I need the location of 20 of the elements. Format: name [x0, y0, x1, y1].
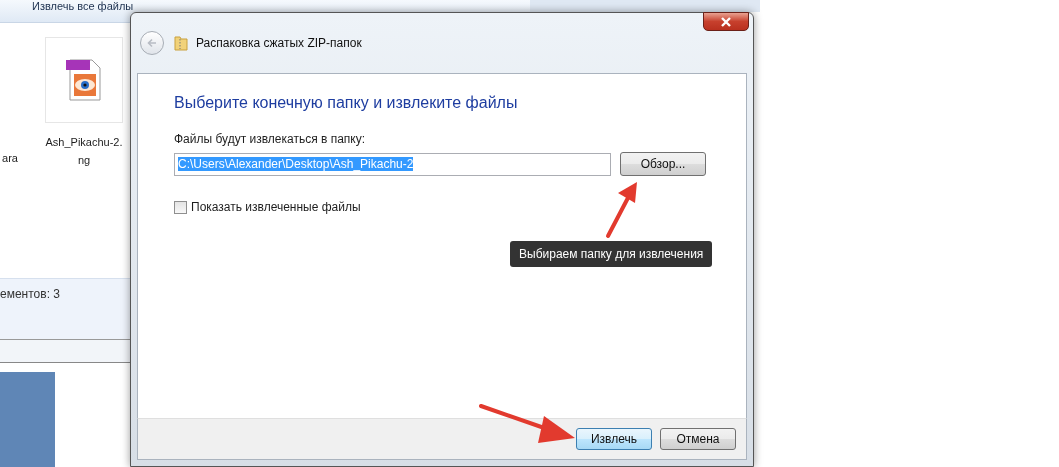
extract-all-button[interactable]: Извлечь все файлы: [28, 0, 138, 12]
checkbox-label: Показать извлеченные файлы: [191, 200, 361, 214]
folder-label: Файлы будут извлекаться в папку:: [174, 132, 367, 146]
zip-folder-icon: [174, 35, 188, 51]
item-count: ементов: 3: [0, 287, 60, 301]
dialog-heading: Выберите конечную папку и извлеките файлы: [174, 94, 519, 112]
browse-button[interactable]: Обзор...: [620, 152, 706, 176]
window-title: Распаковка сжатых ZIP-папок: [196, 36, 362, 50]
extract-button[interactable]: Извлечь: [576, 428, 652, 450]
file-tile[interactable]: [45, 37, 123, 123]
back-arrow-icon: [146, 37, 158, 49]
checkbox[interactable]: [174, 200, 187, 214]
close-button[interactable]: [703, 12, 749, 31]
file-name: ara: [1, 151, 19, 166]
file-name: ng: [77, 153, 91, 168]
annotation-tooltip: Выбираем папку для извлечения: [510, 241, 713, 267]
image-file-icon: [64, 58, 104, 102]
close-icon: [720, 16, 732, 27]
file-name: Ash_Pikachu-2.: [45, 135, 123, 150]
cancel-button[interactable]: Отмена: [660, 428, 736, 450]
